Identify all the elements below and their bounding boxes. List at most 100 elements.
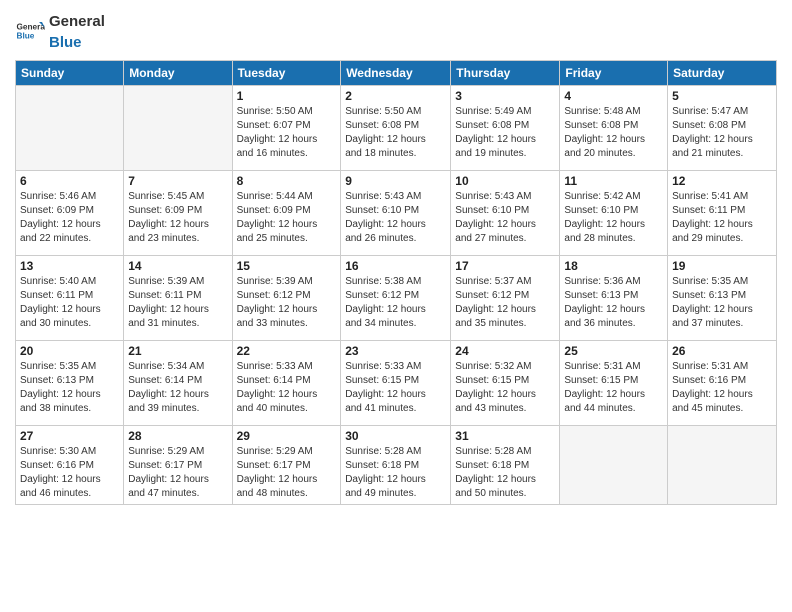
day-number: 29 bbox=[237, 429, 337, 443]
day-info: Sunrise: 5:41 AM Sunset: 6:11 PM Dayligh… bbox=[672, 190, 772, 246]
day-number: 13 bbox=[20, 259, 119, 273]
day-number: 12 bbox=[672, 174, 772, 188]
day-number: 26 bbox=[672, 344, 772, 358]
logo-general-text: General Blue bbox=[49, 10, 105, 52]
day-number: 7 bbox=[128, 174, 227, 188]
calendar-cell bbox=[560, 426, 668, 505]
calendar-cell: 23Sunrise: 5:33 AM Sunset: 6:15 PM Dayli… bbox=[341, 341, 451, 426]
day-info: Sunrise: 5:44 AM Sunset: 6:09 PM Dayligh… bbox=[237, 190, 337, 246]
day-number: 14 bbox=[128, 259, 227, 273]
calendar-cell: 12 Sunrise: 5:41 AM Sunset: 6:11 PM Dayli… bbox=[668, 171, 777, 256]
calendar-cell: 19Sunrise: 5:35 AM Sunset: 6:13 PM Dayli… bbox=[668, 256, 777, 341]
day-number: 1 bbox=[237, 89, 337, 103]
day-info: Sunrise: 5:45 AM Sunset: 6:09 PM Dayligh… bbox=[128, 190, 227, 246]
day-number: 10 bbox=[455, 174, 555, 188]
calendar-cell: 18Sunrise: 5:36 AM Sunset: 6:13 PM Dayli… bbox=[560, 256, 668, 341]
calendar-cell: 17 Sunrise: 5:37 AM Sunset: 6:12 PM Dayli… bbox=[451, 256, 560, 341]
day-number: 31 bbox=[455, 429, 555, 443]
logo-icon: General Blue bbox=[15, 16, 45, 46]
weekday-header-monday: Monday bbox=[124, 61, 232, 86]
weekday-header-tuesday: Tuesday bbox=[232, 61, 341, 86]
day-number: 27 bbox=[20, 429, 119, 443]
calendar-cell: 2 Sunrise: 5:50 AM Sunset: 6:08 PM Daylig… bbox=[341, 86, 451, 171]
day-number: 8 bbox=[237, 174, 337, 188]
day-number: 30 bbox=[345, 429, 446, 443]
calendar-cell bbox=[668, 426, 777, 505]
calendar-table: SundayMondayTuesdayWednesdayThursdayFrid… bbox=[15, 60, 777, 505]
day-info: Sunrise: 5:35 AM Sunset: 6:13 PM Dayligh… bbox=[20, 360, 119, 416]
calendar-cell: 11 Sunrise: 5:42 AM Sunset: 6:10 PM Dayli… bbox=[560, 171, 668, 256]
weekday-header-sunday: Sunday bbox=[16, 61, 124, 86]
day-number: 24 bbox=[455, 344, 555, 358]
day-number: 25 bbox=[564, 344, 663, 358]
day-info: Sunrise: 5:34 AM Sunset: 6:14 PM Dayligh… bbox=[128, 360, 227, 416]
calendar-cell: 29 Sunrise: 5:29 AM Sunset: 6:17 PM Dayli… bbox=[232, 426, 341, 505]
day-number: 18 bbox=[564, 259, 663, 273]
calendar-cell: 28 Sunrise: 5:29 AM Sunset: 6:17 PM Dayli… bbox=[124, 426, 232, 505]
day-number: 3 bbox=[455, 89, 555, 103]
calendar-cell: 10 Sunrise: 5:43 AM Sunset: 6:10 PM Dayli… bbox=[451, 171, 560, 256]
calendar-cell: 16 Sunrise: 5:38 AM Sunset: 6:12 PM Dayli… bbox=[341, 256, 451, 341]
logo-blue-label: Blue bbox=[49, 34, 82, 51]
day-number: 15 bbox=[237, 259, 337, 273]
calendar-cell: 14Sunrise: 5:39 AM Sunset: 6:11 PM Dayli… bbox=[124, 256, 232, 341]
day-number: 16 bbox=[345, 259, 446, 273]
header: General Blue General Blue bbox=[15, 10, 777, 52]
day-number: 9 bbox=[345, 174, 446, 188]
day-info: Sunrise: 5:31 AM Sunset: 6:16 PM Dayligh… bbox=[672, 360, 772, 416]
calendar-cell: 9 Sunrise: 5:43 AM Sunset: 6:10 PM Daylig… bbox=[341, 171, 451, 256]
day-info: Sunrise: 5:49 AM Sunset: 6:08 PM Dayligh… bbox=[455, 105, 555, 161]
day-info: Sunrise: 5:33 AM Sunset: 6:14 PM Dayligh… bbox=[237, 360, 337, 416]
day-info: Sunrise: 5:30 AM Sunset: 6:16 PM Dayligh… bbox=[20, 445, 119, 501]
day-info: Sunrise: 5:50 AM Sunset: 6:08 PM Dayligh… bbox=[345, 105, 446, 161]
calendar-cell: 15Sunrise: 5:39 AM Sunset: 6:12 PM Dayli… bbox=[232, 256, 341, 341]
calendar-cell bbox=[124, 86, 232, 171]
day-info: Sunrise: 5:29 AM Sunset: 6:17 PM Dayligh… bbox=[237, 445, 337, 501]
day-info: Sunrise: 5:43 AM Sunset: 6:10 PM Dayligh… bbox=[345, 190, 446, 246]
day-info: Sunrise: 5:28 AM Sunset: 6:18 PM Dayligh… bbox=[345, 445, 446, 501]
day-info: Sunrise: 5:42 AM Sunset: 6:10 PM Dayligh… bbox=[564, 190, 663, 246]
day-number: 5 bbox=[672, 89, 772, 103]
svg-text:Blue: Blue bbox=[17, 32, 35, 41]
day-number: 17 bbox=[455, 259, 555, 273]
calendar-cell: 7 Sunrise: 5:45 AM Sunset: 6:09 PM Daylig… bbox=[124, 171, 232, 256]
day-info: Sunrise: 5:38 AM Sunset: 6:12 PM Dayligh… bbox=[345, 275, 446, 331]
day-info: Sunrise: 5:31 AM Sunset: 6:15 PM Dayligh… bbox=[564, 360, 663, 416]
day-info: Sunrise: 5:29 AM Sunset: 6:17 PM Dayligh… bbox=[128, 445, 227, 501]
calendar-cell: 25 Sunrise: 5:31 AM Sunset: 6:15 PM Dayli… bbox=[560, 341, 668, 426]
logo: General Blue General Blue bbox=[15, 10, 105, 52]
calendar-cell: 3 Sunrise: 5:49 AM Sunset: 6:08 PM Daylig… bbox=[451, 86, 560, 171]
day-number: 28 bbox=[128, 429, 227, 443]
calendar-cell: 6 Sunrise: 5:46 AM Sunset: 6:09 PM Daylig… bbox=[16, 171, 124, 256]
calendar-cell: 26 Sunrise: 5:31 AM Sunset: 6:16 PM Dayli… bbox=[668, 341, 777, 426]
day-info: Sunrise: 5:37 AM Sunset: 6:12 PM Dayligh… bbox=[455, 275, 555, 331]
day-number: 11 bbox=[564, 174, 663, 188]
calendar-cell: 27 Sunrise: 5:30 AM Sunset: 6:16 PM Dayli… bbox=[16, 426, 124, 505]
calendar-cell: 1 Sunrise: 5:50 AM Sunset: 6:07 PM Daylig… bbox=[232, 86, 341, 171]
calendar-cell: 31 Sunrise: 5:28 AM Sunset: 6:18 PM Dayli… bbox=[451, 426, 560, 505]
weekday-header-thursday: Thursday bbox=[451, 61, 560, 86]
day-info: Sunrise: 5:46 AM Sunset: 6:09 PM Dayligh… bbox=[20, 190, 119, 246]
day-number: 22 bbox=[237, 344, 337, 358]
day-number: 19 bbox=[672, 259, 772, 273]
calendar-cell: 4Sunrise: 5:48 AM Sunset: 6:08 PM Daylig… bbox=[560, 86, 668, 171]
weekday-header-friday: Friday bbox=[560, 61, 668, 86]
day-info: Sunrise: 5:40 AM Sunset: 6:11 PM Dayligh… bbox=[20, 275, 119, 331]
calendar-cell: 8 Sunrise: 5:44 AM Sunset: 6:09 PM Daylig… bbox=[232, 171, 341, 256]
day-info: Sunrise: 5:48 AM Sunset: 6:08 PM Dayligh… bbox=[564, 105, 663, 161]
day-info: Sunrise: 5:43 AM Sunset: 6:10 PM Dayligh… bbox=[455, 190, 555, 246]
calendar-cell: 20Sunrise: 5:35 AM Sunset: 6:13 PM Dayli… bbox=[16, 341, 124, 426]
calendar-cell bbox=[16, 86, 124, 171]
calendar-cell: 24 Sunrise: 5:32 AM Sunset: 6:15 PM Dayli… bbox=[451, 341, 560, 426]
weekday-header-saturday: Saturday bbox=[668, 61, 777, 86]
day-info: Sunrise: 5:47 AM Sunset: 6:08 PM Dayligh… bbox=[672, 105, 772, 161]
day-info: Sunrise: 5:32 AM Sunset: 6:15 PM Dayligh… bbox=[455, 360, 555, 416]
day-info: Sunrise: 5:28 AM Sunset: 6:18 PM Dayligh… bbox=[455, 445, 555, 501]
day-number: 2 bbox=[345, 89, 446, 103]
day-info: Sunrise: 5:50 AM Sunset: 6:07 PM Dayligh… bbox=[237, 105, 337, 161]
day-number: 6 bbox=[20, 174, 119, 188]
calendar-cell: 21Sunrise: 5:34 AM Sunset: 6:14 PM Dayli… bbox=[124, 341, 232, 426]
page: General Blue General Blue SundayMondayTu… bbox=[0, 0, 792, 520]
calendar-cell: 13 Sunrise: 5:40 AM Sunset: 6:11 PM Dayli… bbox=[16, 256, 124, 341]
calendar-cell: 22 Sunrise: 5:33 AM Sunset: 6:14 PM Dayli… bbox=[232, 341, 341, 426]
